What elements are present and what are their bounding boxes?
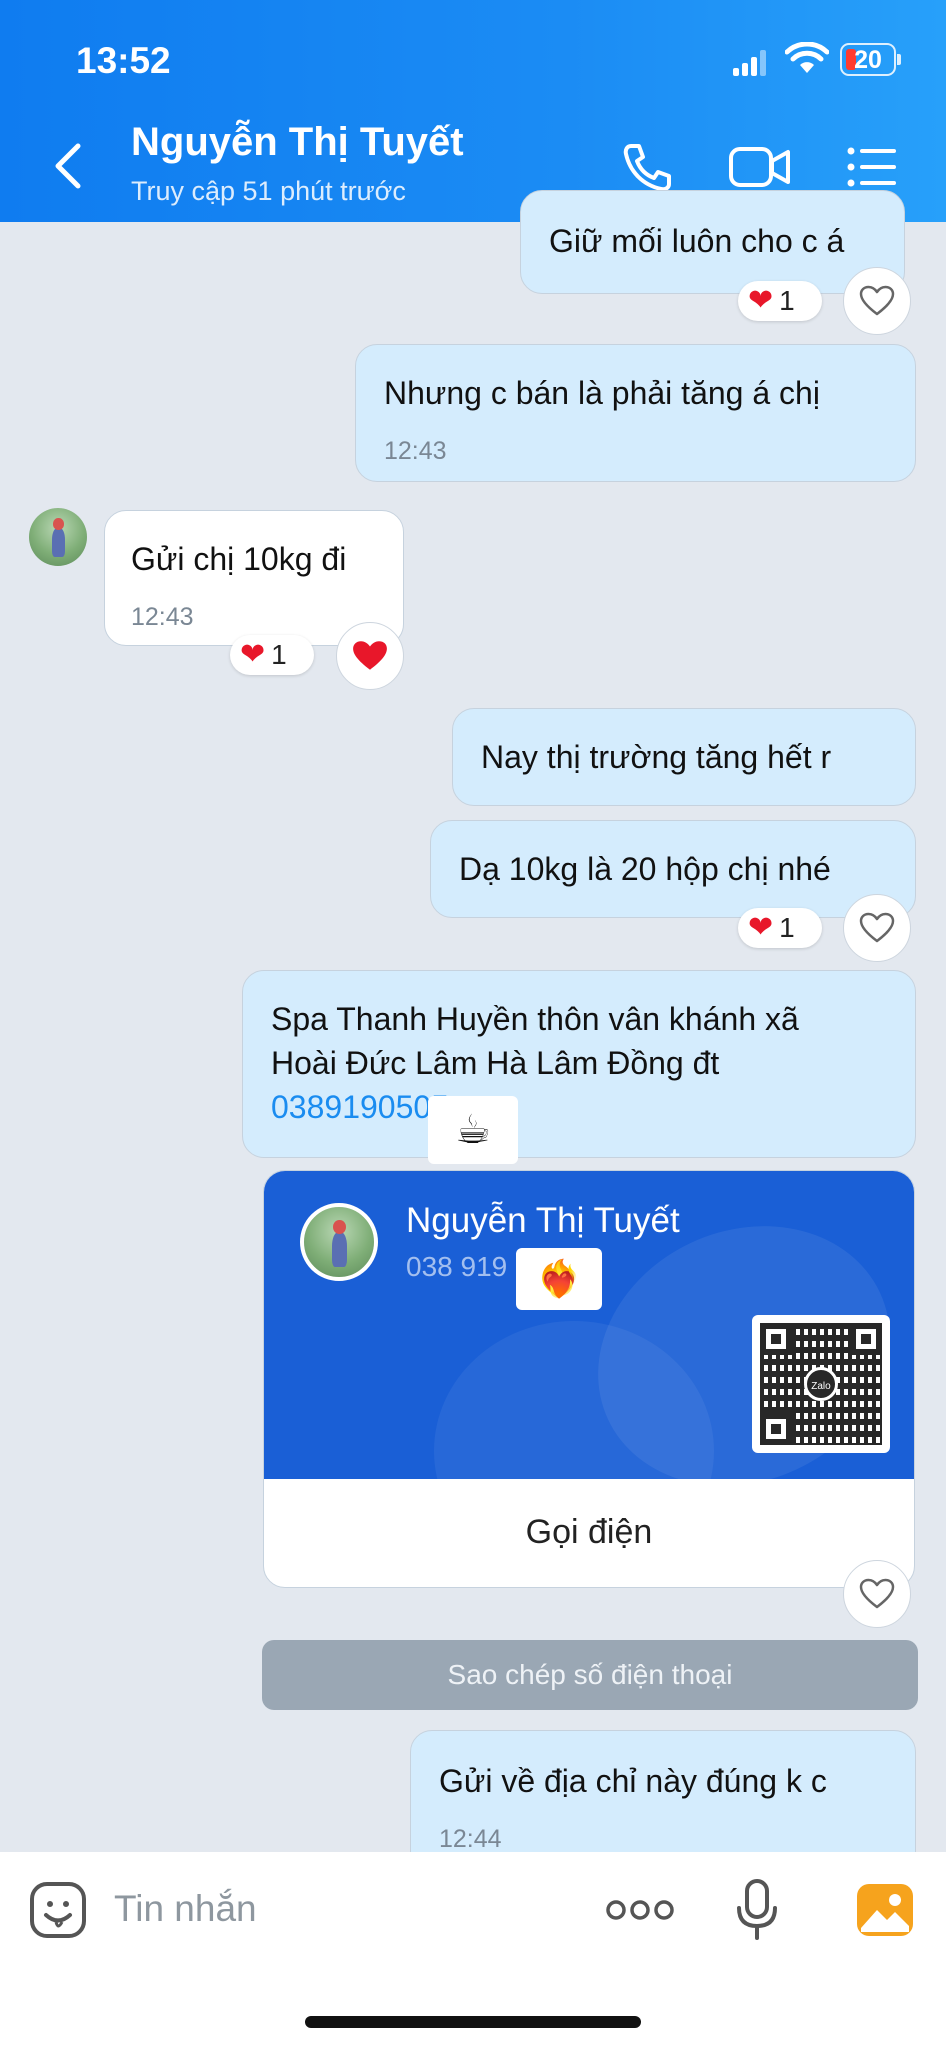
reaction-count: 1 — [271, 639, 287, 670]
like-button[interactable] — [843, 1560, 911, 1628]
back-icon[interactable] — [48, 140, 88, 192]
coffee-icon: ☕ — [455, 1108, 491, 1152]
like-button[interactable] — [843, 894, 911, 962]
message-time: 12:43 — [131, 603, 194, 631]
contact-card[interactable]: Nguyễn Thị Tuyết 038 919 Zalo Gọi điện — [263, 1170, 915, 1588]
message-time: 12:43 — [384, 437, 447, 465]
menu-icon[interactable] — [846, 140, 898, 194]
card-contact-name: Nguyễn Thị Tuyết — [406, 1201, 680, 1240]
reaction-count: 1 — [779, 912, 795, 943]
battery-icon: 20 — [840, 43, 901, 76]
reaction-badge[interactable]: ❤ 1 — [738, 281, 822, 321]
message-text: Gửi về địa chỉ này đúng k c — [439, 1763, 827, 1799]
zalo-logo-icon: Zalo — [804, 1367, 838, 1401]
message-text: Giữ mối luôn cho c á — [549, 223, 845, 259]
phone-icon[interactable] — [617, 140, 677, 194]
reaction-badge[interactable]: ❤ 1 — [738, 908, 822, 948]
fire-heart-sticker: ❤️‍🔥 — [516, 1248, 602, 1310]
more-options-icon[interactable] — [606, 1896, 674, 1924]
message-text: Nay thị trường tăng hết r — [481, 739, 832, 775]
image-icon[interactable] — [855, 1882, 915, 1938]
contact-card-header: Nguyễn Thị Tuyết 038 919 Zalo — [264, 1171, 914, 1479]
like-button-active[interactable] — [336, 622, 404, 690]
cellular-signal-icon — [733, 50, 767, 76]
message-text: Dạ 10kg là 20 hộp chị nhé — [459, 851, 831, 887]
message-text: Nhưng c bán là phải tăng á chị — [384, 375, 820, 411]
chat-header: 13:52 20 Nguyễn Thị Tuyết Truy cập 51 ph… — [0, 0, 946, 222]
video-icon[interactable] — [728, 140, 792, 194]
last-seen-status: Truy cập 51 phút trước — [131, 176, 406, 206]
sender-avatar[interactable] — [29, 508, 87, 566]
heart-icon: ❤ — [240, 638, 266, 671]
composer-bar — [0, 1852, 946, 2048]
qr-code: Zalo — [752, 1315, 890, 1453]
message-text-line2: Hoài Đức Lâm Hà Lâm Đồng đt — [271, 1045, 720, 1081]
coffee-sticker: ☕ — [428, 1096, 518, 1164]
message-bubble[interactable]: Nay thị trường tăng hết r — [452, 708, 916, 806]
heart-outline-icon — [859, 1578, 895, 1609]
copy-phone-button[interactable]: Sao chép số điện thoại — [262, 1640, 918, 1710]
message-bubble[interactable]: Dạ 10kg là 20 hộp chị nhé — [430, 820, 916, 918]
card-phone: 038 919 — [406, 1251, 508, 1282]
fire-heart-icon: ❤️‍🔥 — [536, 1258, 582, 1299]
message-text: Gửi chị 10kg đi — [131, 541, 347, 577]
reaction-badge[interactable]: ❤ 1 — [230, 635, 314, 675]
emoji-icon[interactable] — [29, 1881, 87, 1939]
heart-filled-icon — [353, 641, 387, 670]
wifi-icon — [785, 42, 829, 73]
reaction-count: 1 — [779, 285, 795, 316]
message-input[interactable] — [114, 1874, 584, 1944]
contact-name[interactable]: Nguyễn Thị Tuyết — [131, 120, 464, 165]
message-bubble[interactable]: Nhưng c bán là phải tăng á chị 12:43 — [355, 344, 916, 482]
call-button[interactable]: Gọi điện — [264, 1479, 914, 1587]
card-avatar — [300, 1203, 378, 1281]
home-indicator — [305, 2016, 641, 2028]
message-bubble[interactable]: Giữ mối luôn cho c á — [520, 190, 905, 294]
status-time: 13:52 — [76, 40, 171, 81]
heart-icon: ❤ — [748, 911, 774, 944]
heart-icon: ❤ — [748, 284, 774, 317]
battery-level: 20 — [854, 46, 882, 74]
microphone-icon[interactable] — [734, 1878, 780, 1942]
heart-outline-icon — [859, 285, 895, 316]
message-bubble[interactable]: Spa Thanh Huyền thôn vân khánh xã Hoài Đ… — [242, 970, 916, 1158]
message-text-line1: Spa Thanh Huyền thôn vân khánh xã — [271, 1001, 799, 1037]
phone-link[interactable]: 0389190505 — [271, 1085, 449, 1129]
heart-outline-icon — [859, 912, 895, 943]
like-button[interactable] — [843, 267, 911, 335]
